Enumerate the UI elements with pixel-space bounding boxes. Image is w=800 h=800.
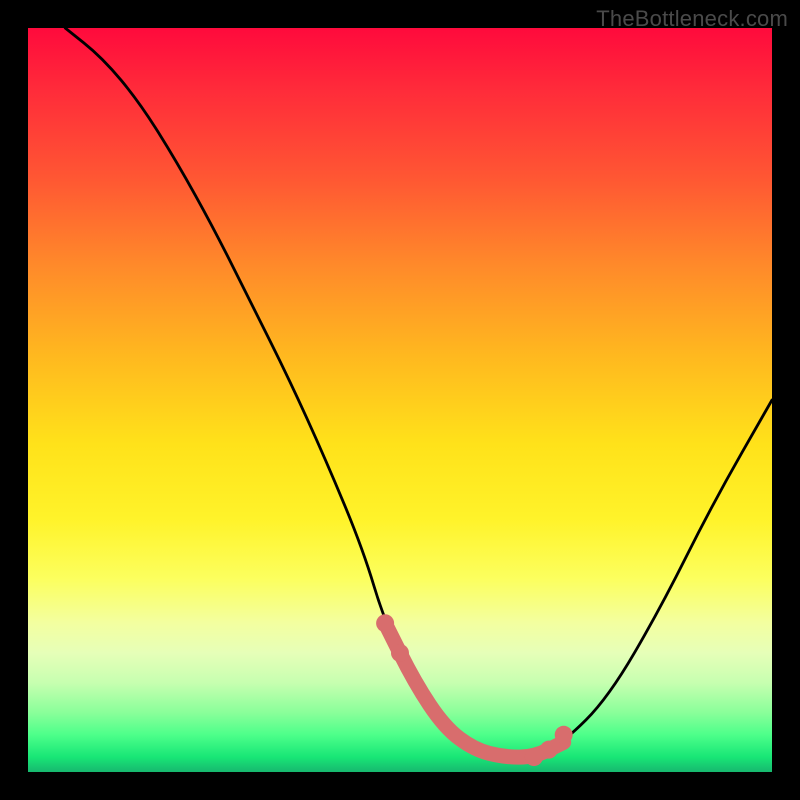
optimal-dot: [376, 614, 394, 632]
optimal-dot: [391, 644, 409, 662]
optimal-dot: [555, 726, 573, 744]
chart-stage: TheBottleneck.com: [0, 0, 800, 800]
plot-area: [28, 28, 772, 772]
optimal-dot: [540, 741, 558, 759]
bottleneck-curve: [65, 28, 772, 757]
curve-svg: [28, 28, 772, 772]
optimal-range-segment: [385, 623, 564, 757]
watermark-text: TheBottleneck.com: [596, 6, 788, 32]
